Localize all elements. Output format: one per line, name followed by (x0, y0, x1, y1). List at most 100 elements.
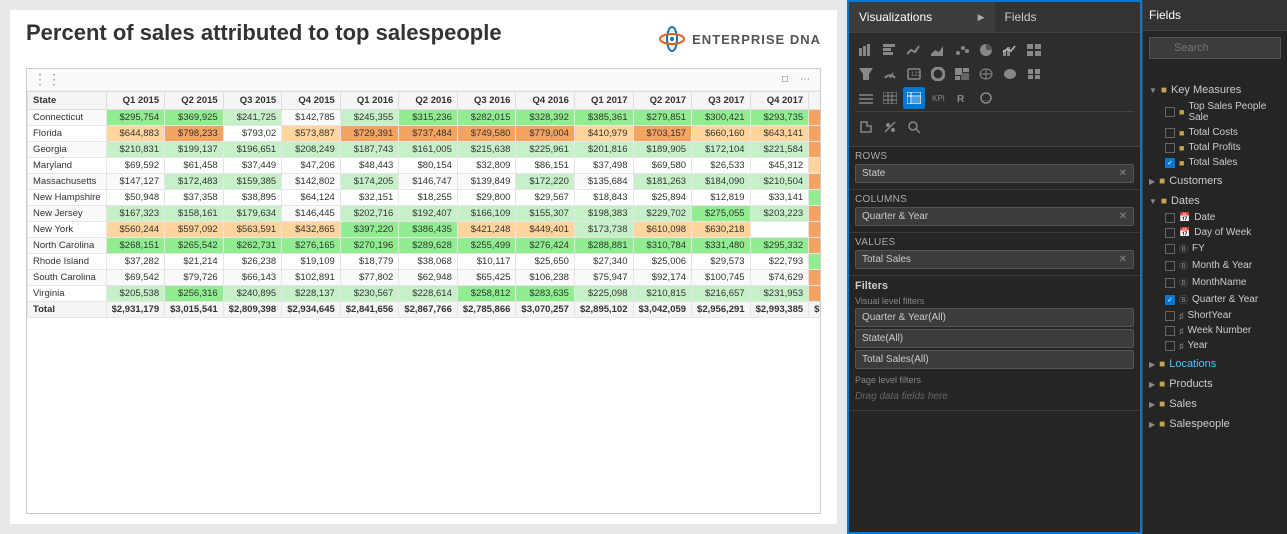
fields-item-total-costs[interactable]: ■ Total Costs (1159, 125, 1287, 140)
fields-item-month-year[interactable]: Ⓑ Month & Year (1159, 257, 1287, 274)
checkbox-quarter-year[interactable]: ✓ (1165, 295, 1175, 305)
viz-more-2[interactable] (1023, 63, 1045, 85)
checkbox-total-costs[interactable] (1165, 128, 1175, 138)
viz-stacked-bar[interactable] (855, 39, 877, 61)
fields-item-date[interactable]: 📅 Date (1159, 210, 1287, 225)
cell-value: $240,895 (223, 286, 282, 302)
viz-pie[interactable] (975, 39, 997, 61)
viz-format-icon[interactable] (855, 116, 877, 138)
viz-donut[interactable] (927, 63, 949, 85)
viz-r-script[interactable]: R (951, 87, 973, 109)
viz-analytics-icon[interactable] (879, 116, 901, 138)
viz-kpi[interactable]: KPI (927, 87, 949, 109)
viz-area-chart[interactable] (927, 39, 949, 61)
viz-custom[interactable]: ... (975, 87, 997, 109)
checkbox-fy[interactable] (1165, 244, 1175, 254)
fields-item-total-profits[interactable]: ■ Total Profits (1159, 140, 1287, 155)
cell-value: $77,802 (340, 270, 399, 286)
cell-value: $2,809,398 (223, 302, 282, 318)
viz-combo[interactable] (999, 39, 1021, 61)
viz-gauge[interactable] (879, 63, 901, 85)
filter-total-sales[interactable]: Total Sales(All) (855, 350, 1134, 369)
title-area: Percent of sales attributed to top sales… (26, 20, 658, 58)
viz-funnel[interactable] (855, 63, 877, 85)
dates-items: 📅 Date 📅 Day of Week Ⓑ FY Ⓑ Month & Year (1143, 210, 1287, 353)
viz-line-chart[interactable] (903, 39, 925, 61)
fields-item-dow[interactable]: 📅 Day of Week (1159, 225, 1287, 240)
cell-value: $610,098 (633, 222, 692, 238)
viz-scatter[interactable] (951, 39, 973, 61)
locations-header[interactable]: ▶ ■ Locations (1143, 355, 1287, 373)
viz-row-4 (855, 111, 1134, 138)
tab-visualizations[interactable]: Visualizations ▶ (849, 2, 995, 32)
fields-item-total-sales[interactable]: ✓ ■ Total Sales (1159, 155, 1287, 170)
viz-more-1[interactable] (1023, 39, 1045, 61)
cell-value: $142,802 (282, 174, 341, 190)
cell-value: $18,779 (340, 254, 399, 270)
checkbox-monthname[interactable] (1165, 278, 1175, 288)
sales-header[interactable]: ▶ ■ Sales (1143, 395, 1287, 413)
viz-treemap[interactable] (951, 63, 973, 85)
checkbox-year[interactable] (1165, 341, 1175, 351)
cell-value: $293,735 (750, 110, 809, 126)
viz-table[interactable] (879, 87, 901, 109)
cell-value: $2,993,385 (750, 302, 809, 318)
cell-value: $421,248 (457, 222, 516, 238)
checkbox-total-profits[interactable] (1165, 143, 1175, 153)
filters-section: Filters Visual level filters Quarter & Y… (849, 276, 1140, 411)
fields-item-top-sales[interactable]: ■ Top Sales People Sale (1159, 99, 1287, 125)
viz-bar-chart[interactable] (879, 39, 901, 61)
key-measures-header[interactable]: ▼ ■ Key Measures (1143, 81, 1287, 99)
viz-card[interactable]: 123 (903, 63, 925, 85)
fields-item-fy[interactable]: Ⓑ FY (1159, 240, 1287, 257)
values-tag-sales[interactable]: Total Sales ✕ (855, 250, 1134, 269)
fields-item-year[interactable]: ♯ Year (1159, 338, 1287, 353)
sales-group-label: Sales (1169, 398, 1197, 410)
products-header[interactable]: ▶ ■ Products (1143, 375, 1287, 393)
cell-value: $161,005 (399, 142, 458, 158)
viz-row-3: KPI R ... (855, 87, 1134, 109)
total-sales-label: Total Sales (1188, 157, 1237, 168)
fields-item-quarter-year[interactable]: ✓ Ⓑ Quarter & Year (1159, 291, 1287, 308)
checkbox-dow[interactable] (1165, 228, 1175, 238)
checkbox-weeknum[interactable] (1165, 326, 1175, 336)
fields-item-monthname[interactable]: Ⓑ MonthName (1159, 274, 1287, 291)
visual-level-label: Visual level filters (855, 296, 1134, 306)
filter-qy[interactable]: Quarter & Year(All) (855, 308, 1134, 327)
tab-fields[interactable]: Fields (995, 2, 1141, 32)
cell-value: $199,137 (165, 142, 224, 158)
checkbox-month-year[interactable] (1165, 261, 1175, 271)
customers-header[interactable]: ▶ ■ Customers (1143, 172, 1287, 190)
checkbox-shortyear[interactable] (1165, 311, 1175, 321)
viz-matrix[interactable] (903, 87, 925, 109)
remove-values-icon[interactable]: ✕ (1119, 254, 1127, 265)
columns-tag-qy[interactable]: Quarter & Year ✕ (855, 207, 1134, 226)
rows-tag-state[interactable]: State ✕ (855, 164, 1134, 183)
fields-item-shortyear[interactable]: ♯ ShortYear (1159, 308, 1287, 323)
viz-search-2-icon[interactable] (903, 116, 925, 138)
col-q1-2017: Q1 2017 (574, 92, 633, 110)
salespeople-header[interactable]: ▶ ■ Salespeople (1143, 415, 1287, 433)
checkbox-total-sales[interactable]: ✓ (1165, 158, 1175, 168)
viz-map[interactable] (975, 63, 997, 85)
checkbox-date[interactable] (1165, 213, 1175, 223)
table-scroll-area[interactable]: State Q1 2015 Q2 2015 Q3 2015 Q4 2015 Q1… (27, 91, 820, 318)
table-toolbar: ⋮⋮ □ ⋯ (27, 69, 820, 91)
remove-rows-icon[interactable]: ✕ (1119, 168, 1127, 179)
remove-columns-icon[interactable]: ✕ (1119, 211, 1127, 222)
cell-value: $19,109 (282, 254, 341, 270)
viz-slicer[interactable] (855, 87, 877, 109)
viz-filled-map[interactable] (999, 63, 1021, 85)
cell-value (750, 222, 809, 238)
col-q3-2015: Q3 2015 (223, 92, 282, 110)
fields-item-weeknum[interactable]: ♯ Week Number (1159, 323, 1287, 338)
fields-search-input[interactable] (1149, 37, 1281, 59)
table-row: Massachusetts$147,127$172,483$159,385$14… (28, 174, 821, 190)
filter-state[interactable]: State(All) (855, 329, 1134, 348)
table-row: Georgia$210,831$199,137$196,651$208,249$… (28, 142, 821, 158)
more-options-icon[interactable]: ⋯ (800, 73, 814, 87)
search-container: 🔍 (1149, 37, 1281, 65)
expand-icon[interactable]: □ (782, 73, 796, 87)
checkbox-top-sales[interactable] (1165, 107, 1175, 117)
dates-header[interactable]: ▼ ■ Dates (1143, 192, 1287, 210)
